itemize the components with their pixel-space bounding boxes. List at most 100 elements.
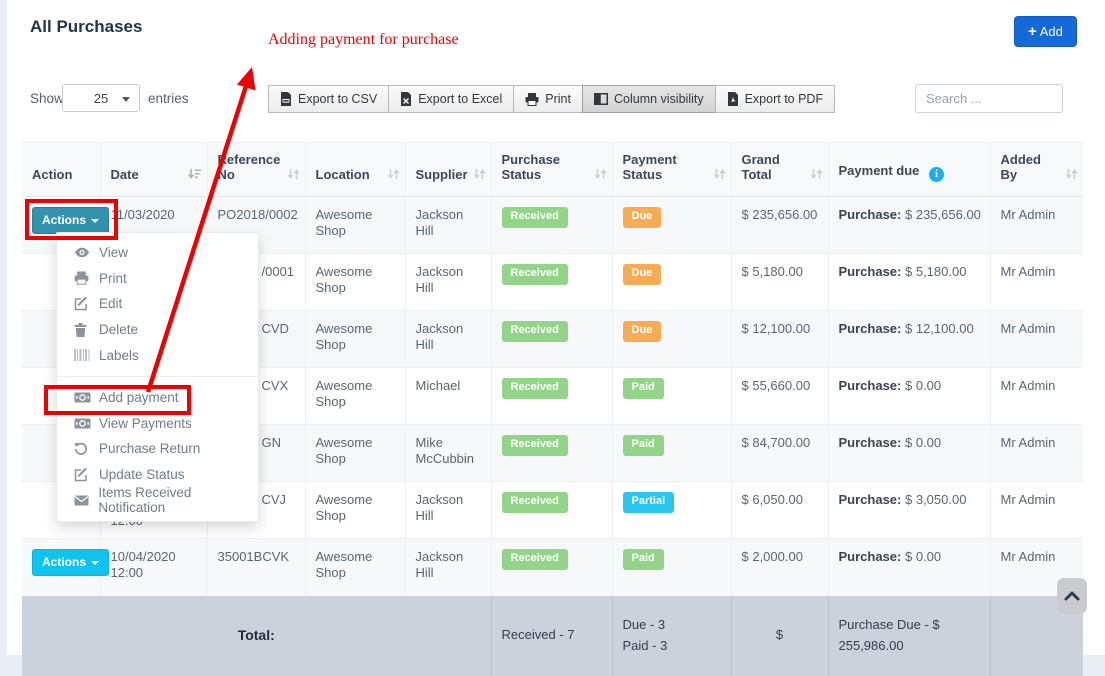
cell-added-by: Mr Admin bbox=[990, 425, 1083, 482]
footer-paid-count: Paid - 3 bbox=[623, 636, 721, 656]
purchase-status-badge: Received bbox=[502, 207, 568, 228]
cell-payment-due: Purchase: $ 12,100.00 bbox=[828, 311, 990, 368]
col-header-location[interactable]: Location bbox=[305, 143, 405, 197]
menu-item-purchase-return[interactable]: Purchase Return bbox=[57, 436, 258, 462]
purchase-status-badge: Received bbox=[502, 435, 568, 456]
col-header-action: Action bbox=[22, 143, 100, 197]
col-header-purchase-status[interactable]: Purchase Status bbox=[491, 143, 612, 197]
col-header-added-by[interactable]: Added By bbox=[990, 143, 1083, 197]
cell-added-by: Mr Admin bbox=[990, 368, 1083, 425]
footer-payment-status-summary: Due - 3 Paid - 3 bbox=[612, 596, 731, 676]
cell-location: Awesome Shop bbox=[305, 197, 405, 254]
export-button-group: Export to CSV Export to Excel Print Colu… bbox=[268, 85, 835, 113]
actions-dropdown-button[interactable]: Actions bbox=[32, 549, 109, 576]
cell-payment-due: Purchase: $ 0.00 bbox=[828, 539, 990, 596]
cell-grand-total: $ 2,000.00 bbox=[731, 539, 828, 596]
cell-payment-due: Purchase: $ 235,656.00 bbox=[828, 197, 990, 254]
add-button[interactable]: + Add bbox=[1014, 16, 1077, 47]
show-label: Show bbox=[30, 91, 64, 106]
menu-item-delete[interactable]: Delete bbox=[57, 317, 258, 343]
menu-item-items-received[interactable]: Items Received Notification bbox=[57, 487, 258, 513]
cell-grand-total: $ 6,050.00 bbox=[731, 482, 828, 539]
table-header-row: Action Date Reference No Location Suppli… bbox=[22, 143, 1083, 197]
sort-icon[interactable] bbox=[713, 168, 726, 183]
cell-grand-total: $ 12,100.00 bbox=[731, 311, 828, 368]
menu-item-add-payment[interactable]: Add payment bbox=[57, 385, 258, 411]
edit-icon bbox=[74, 467, 99, 482]
cell-grand-total: $ 5,180.00 bbox=[731, 254, 828, 311]
menu-item-view[interactable]: View bbox=[57, 240, 258, 266]
add-button-label: Add bbox=[1040, 24, 1063, 39]
print-button[interactable]: Print bbox=[513, 85, 583, 113]
col-header-grand-total[interactable]: Grand Total bbox=[731, 143, 828, 197]
payment-status-badge: Paid bbox=[623, 549, 664, 570]
purchase-status-badge: Received bbox=[502, 321, 568, 342]
trash-icon bbox=[74, 323, 99, 337]
menu-item-labels[interactable]: Labels bbox=[57, 342, 258, 368]
entries-select[interactable]: 25 bbox=[62, 84, 140, 112]
payment-status-badge: Partial bbox=[623, 492, 675, 513]
caret-down-icon bbox=[91, 561, 99, 565]
search-input[interactable] bbox=[915, 84, 1063, 113]
export-pdf-label: Export to PDF bbox=[745, 92, 824, 106]
col-header-payment-status[interactable]: Payment Status bbox=[612, 143, 731, 197]
export-excel-button[interactable]: Export to Excel bbox=[388, 85, 514, 113]
cell-supplier: Mike McCubbin bbox=[405, 425, 491, 482]
actions-dropdown-menu: View Print Edit Delete Labels Add paymen… bbox=[56, 232, 259, 522]
entries-select-value: 25 bbox=[94, 91, 108, 106]
printer-icon bbox=[74, 271, 99, 285]
money-icon bbox=[74, 392, 99, 403]
footer-total-label: Total: bbox=[22, 596, 491, 676]
eye-icon bbox=[74, 247, 99, 258]
cell-grand-total: $ 235,656.00 bbox=[731, 197, 828, 254]
chevron-down-icon bbox=[122, 97, 130, 102]
col-header-date[interactable]: Date bbox=[100, 143, 207, 197]
scroll-to-top-button[interactable] bbox=[1057, 578, 1087, 614]
footer-purchase-status-summary: Received - 7 bbox=[491, 596, 612, 676]
menu-item-update-status[interactable]: Update Status bbox=[57, 462, 258, 488]
purchase-status-badge: Received bbox=[502, 378, 568, 399]
sort-icon[interactable] bbox=[810, 168, 823, 183]
payment-status-badge: Paid bbox=[623, 378, 664, 399]
barcode-icon bbox=[74, 349, 99, 361]
chevron-up-icon bbox=[1064, 591, 1080, 601]
annotation-text: Adding payment for purchase bbox=[268, 31, 459, 49]
cell-supplier: Jackson Hill bbox=[405, 311, 491, 368]
cell-supplier: Jackson Hill bbox=[405, 197, 491, 254]
cell-added-by: Mr Admin bbox=[990, 482, 1083, 539]
cell-added-by: Mr Admin bbox=[990, 311, 1083, 368]
cell-grand-total: $ 55,660.00 bbox=[731, 368, 828, 425]
actions-dropdown-button[interactable]: Actions bbox=[32, 207, 109, 234]
cell-payment-due: Purchase: $ 0.00 bbox=[828, 368, 990, 425]
columns-icon bbox=[594, 93, 608, 105]
cell-payment-due: Purchase: $ 0.00 bbox=[828, 425, 990, 482]
cell-added-by: Mr Admin bbox=[990, 254, 1083, 311]
column-visibility-button[interactable]: Column visibility bbox=[582, 85, 716, 113]
sort-icon[interactable] bbox=[1065, 168, 1078, 183]
purchase-status-badge: Received bbox=[502, 492, 568, 513]
envelope-icon bbox=[74, 495, 98, 506]
sort-icon[interactable] bbox=[473, 168, 486, 183]
money-icon bbox=[74, 418, 99, 429]
export-pdf-button[interactable]: Export to PDF bbox=[715, 85, 836, 113]
info-icon[interactable]: i bbox=[929, 167, 944, 182]
sort-desc-icon[interactable] bbox=[187, 168, 202, 183]
menu-item-print[interactable]: Print bbox=[57, 266, 258, 292]
file-pdf-icon bbox=[727, 92, 739, 106]
payment-status-badge: Due bbox=[623, 321, 662, 342]
table-footer-row: Total: Received - 7 Due - 3 Paid - 3 $ P… bbox=[22, 596, 1083, 676]
menu-item-view-payments[interactable]: View Payments bbox=[57, 411, 258, 437]
sort-icon[interactable] bbox=[287, 168, 300, 183]
sort-icon[interactable] bbox=[387, 168, 400, 183]
cell-supplier: Jackson Hill bbox=[405, 254, 491, 311]
cell-payment-due: Purchase: $ 5,180.00 bbox=[828, 254, 990, 311]
table-row: Actions 10/04/2020 12:00 35001BCVK Aweso… bbox=[22, 539, 1083, 596]
menu-divider bbox=[57, 376, 258, 377]
col-header-reference[interactable]: Reference No bbox=[207, 143, 305, 197]
export-csv-button[interactable]: Export to CSV bbox=[268, 85, 389, 113]
col-header-supplier[interactable]: Supplier bbox=[405, 143, 491, 197]
cell-supplier: Michael bbox=[405, 368, 491, 425]
sort-icon[interactable] bbox=[594, 168, 607, 183]
undo-icon bbox=[74, 442, 99, 456]
menu-item-edit[interactable]: Edit bbox=[57, 291, 258, 317]
